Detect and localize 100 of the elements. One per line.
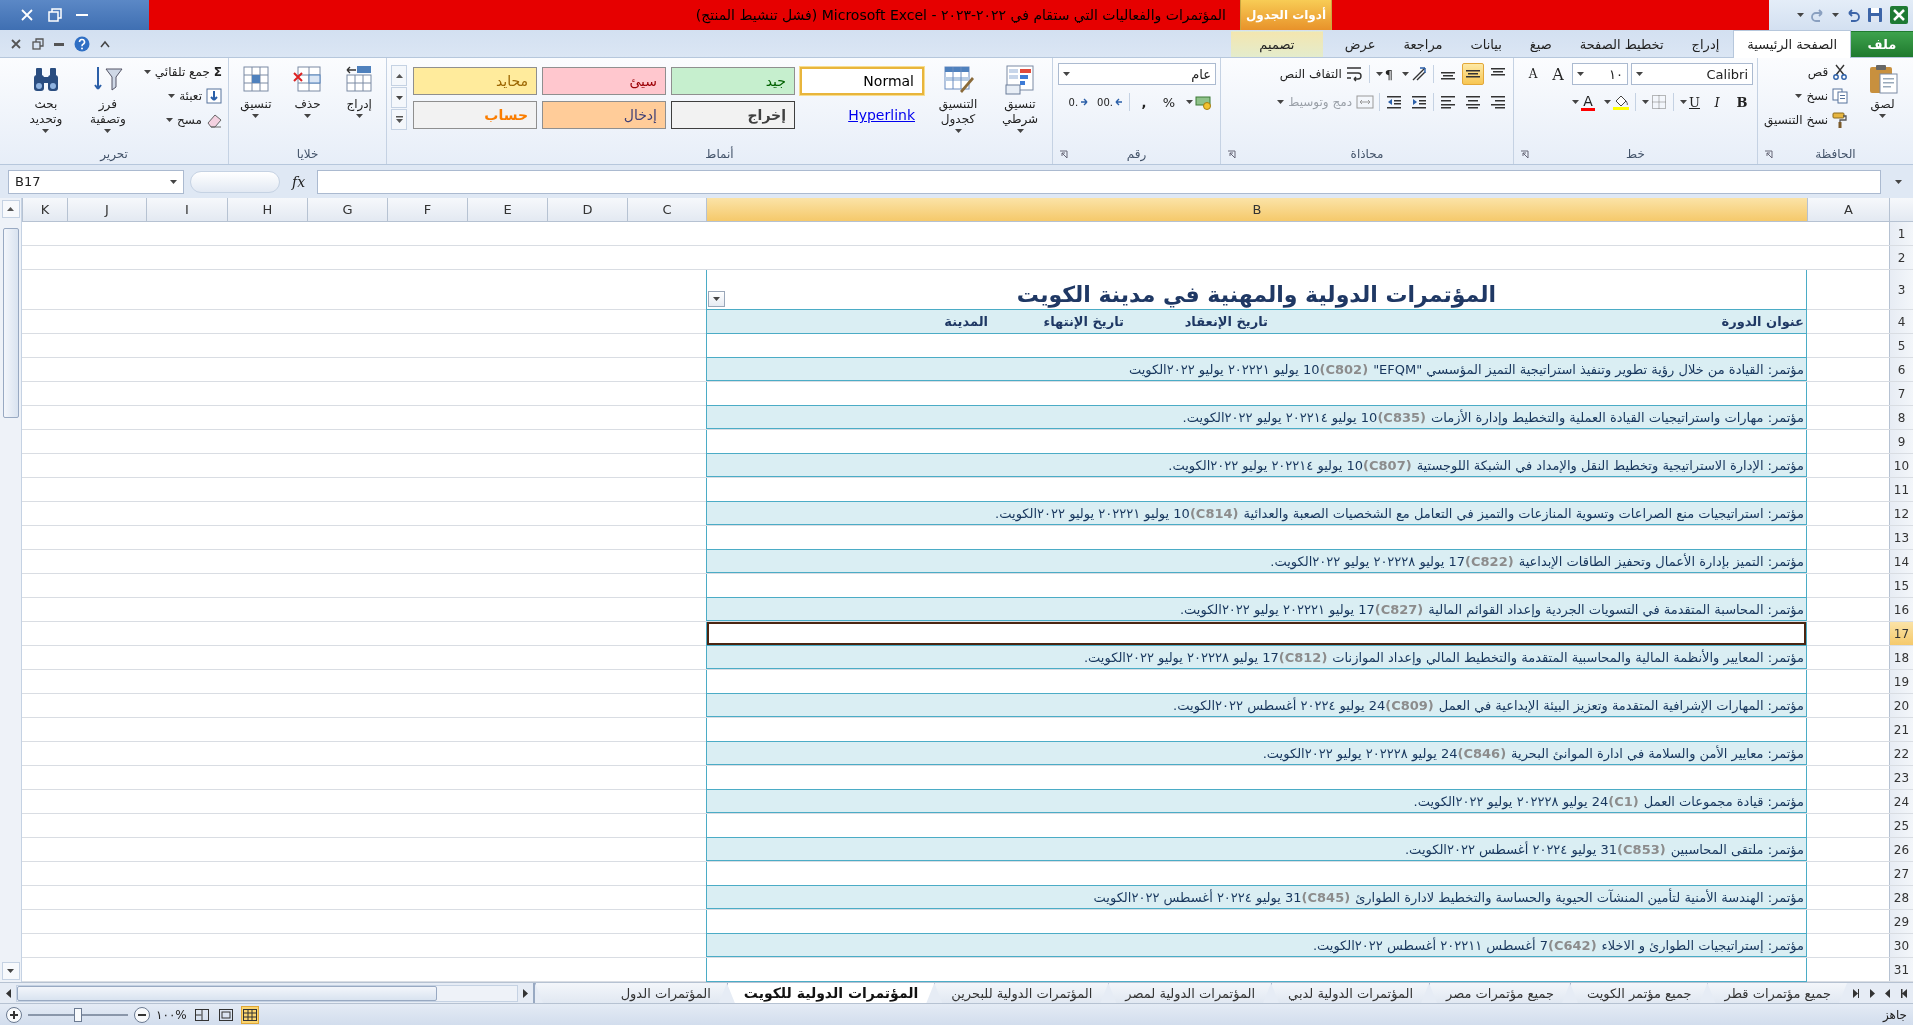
dialog-launcher-icon xyxy=(1520,150,1529,159)
vertical-align-button[interactable] xyxy=(1462,63,1484,85)
font-color-button[interactable]: A xyxy=(1569,91,1599,113)
cell-style-swatch[interactable]: سيئ xyxy=(542,67,666,95)
column-header[interactable]: H xyxy=(227,198,307,222)
view-button[interactable] xyxy=(240,1005,259,1024)
undo-button[interactable] xyxy=(1845,7,1861,23)
wrap-text-button[interactable]: التفاف النص xyxy=(1277,63,1366,85)
row-number: 1 xyxy=(1889,222,1913,245)
filter-dropdown-button[interactable] xyxy=(708,291,725,307)
column-header[interactable]: E xyxy=(467,198,547,222)
column-header[interactable]: C xyxy=(627,198,706,222)
paste-button[interactable]: لصق xyxy=(1856,61,1909,120)
insert-function-button[interactable]: fx xyxy=(286,173,312,190)
fill-button[interactable]: تعبئة xyxy=(141,85,224,107)
sheet-tab[interactable]: المؤتمرات الدولية لمصر xyxy=(1108,983,1272,1003)
insert-button[interactable]: إدراج xyxy=(336,61,382,120)
ribbon-tab[interactable]: مراجعة xyxy=(1389,31,1457,57)
ribbon-tab[interactable]: الصفحة الرئيسية xyxy=(1733,30,1851,58)
percent-button[interactable]: % xyxy=(1158,91,1180,113)
caret-icon xyxy=(1636,72,1643,76)
font-name-field[interactable]: Calibri xyxy=(1631,63,1753,85)
find-select-button[interactable]: بحث وتحديد xyxy=(17,61,74,135)
vertical-scrollbar[interactable] xyxy=(0,198,22,982)
cell-style-swatch[interactable]: إخراج xyxy=(671,101,795,129)
gallery-down-button[interactable] xyxy=(391,87,407,108)
ribbon-tab[interactable]: صيغ xyxy=(1515,31,1566,57)
merge-cells-icon xyxy=(1356,94,1374,110)
clear-button[interactable]: مسح xyxy=(141,109,224,131)
column-header[interactable]: G xyxy=(307,198,387,222)
column-header[interactable]: F xyxy=(387,198,467,222)
decimal-button[interactable]: .00 xyxy=(1094,91,1126,113)
sheet-tab[interactable]: جميع مؤتمر الكويت xyxy=(1569,983,1708,1003)
number-format-field[interactable]: عام xyxy=(1058,63,1216,85)
format-painter-button[interactable]: نسخ التنسيق xyxy=(1762,109,1851,131)
ribbon-tab[interactable]: عرض xyxy=(1330,31,1390,57)
sheet-tab[interactable]: المؤتمرات الدولية للبحرين xyxy=(934,983,1109,1003)
caret-icon xyxy=(1375,72,1383,76)
bold-button[interactable]: B xyxy=(1731,91,1753,113)
underline-button[interactable]: U xyxy=(1677,91,1703,113)
zoom-out-button[interactable] xyxy=(134,1006,150,1023)
dialog-launcher-icon xyxy=(1227,150,1236,159)
copy-icon xyxy=(1832,88,1849,104)
format-as-table-button[interactable]: التنسيق كجدول xyxy=(930,61,986,135)
column-header[interactable]: J xyxy=(67,198,146,222)
sheet-tab[interactable]: جميع مؤتمرات قطر xyxy=(1707,983,1847,1003)
zoom-level[interactable]: %١٠٠ xyxy=(156,1007,187,1022)
gallery-more-button[interactable] xyxy=(391,109,407,130)
sheet-tab[interactable]: المؤتمرات الدول xyxy=(535,983,727,1003)
cell-style-swatch[interactable]: جيد xyxy=(671,67,795,95)
ribbon-tab[interactable]: ملف xyxy=(1851,31,1913,57)
italic-button[interactable]: I xyxy=(1706,91,1728,113)
grow-font-button[interactable]: A xyxy=(1547,63,1569,85)
decimal-button[interactable]: .0 xyxy=(1065,91,1092,113)
eraser-icon xyxy=(206,112,222,128)
scroll-thumb[interactable] xyxy=(17,985,437,1001)
column-header[interactable]: D xyxy=(547,198,627,222)
ribbon-tab[interactable]: بيانات xyxy=(1456,31,1516,57)
ribbon-tab[interactable]: إدراج xyxy=(1677,31,1734,57)
column-header[interactable]: A xyxy=(1807,198,1889,222)
font-size-field[interactable]: ١٠ xyxy=(1572,63,1628,85)
cut-button[interactable]: قص xyxy=(1762,61,1851,83)
sheet-tab[interactable]: المؤتمرات الدولية لدبي xyxy=(1271,983,1430,1003)
zoom-in-button[interactable] xyxy=(6,1006,22,1023)
column-header[interactable]: K xyxy=(22,198,67,222)
text-direction-button[interactable]: ¶ xyxy=(1372,63,1396,85)
row-number: 15 xyxy=(1889,574,1913,597)
caret-icon xyxy=(395,95,403,100)
ribbon-tab[interactable]: تخطيط الصفحة xyxy=(1565,31,1678,57)
column-heading: تاريخ الإنتهاء xyxy=(1042,314,1125,329)
cell-style-swatch[interactable]: إدخال xyxy=(542,101,666,129)
cell-style-swatch[interactable]: محايد xyxy=(413,67,537,95)
sheet-tab[interactable]: جميع مؤتمرات مصر xyxy=(1429,983,1570,1003)
delete-button[interactable]: حذف xyxy=(284,61,331,120)
align-middle-icon xyxy=(1465,67,1481,81)
formula-input[interactable] xyxy=(317,169,1881,194)
previous-sheet-icon xyxy=(1884,988,1893,998)
copy-button[interactable]: نسخ xyxy=(1762,85,1851,107)
cell-style-swatch[interactable]: Normal xyxy=(800,67,924,95)
format-button[interactable]: تنسيق xyxy=(233,61,279,120)
scroll-down-button[interactable] xyxy=(1,962,20,980)
close-button[interactable] xyxy=(20,8,34,22)
comma-style-button[interactable]: , xyxy=(1133,91,1155,113)
save-button[interactable] xyxy=(1867,7,1883,23)
ribbon-tab[interactable]: تصميم xyxy=(1230,31,1323,57)
sort-filter-button[interactable]: فرز وتصفية xyxy=(79,61,136,135)
undo-icon xyxy=(1845,7,1861,23)
column-header[interactable]: I xyxy=(146,198,227,222)
zoom-slider-thumb[interactable] xyxy=(74,1007,82,1022)
name-box[interactable]: B17 xyxy=(8,169,184,194)
gallery-up-button[interactable] xyxy=(391,65,407,86)
redo-icon xyxy=(1810,7,1826,23)
up-arrow-icon xyxy=(395,73,403,78)
shrink-font-button[interactable]: A xyxy=(1522,63,1544,85)
restore-button[interactable] xyxy=(48,8,62,22)
column-header[interactable]: B xyxy=(706,198,1807,222)
sheet-tab[interactable]: المؤتمرات الدولية للكويت xyxy=(726,983,935,1003)
scroll-up-button[interactable] xyxy=(1,200,20,218)
conditional-formatting-button[interactable]: تنسيق شرطي xyxy=(992,61,1048,135)
scroll-thumb[interactable] xyxy=(2,228,19,418)
